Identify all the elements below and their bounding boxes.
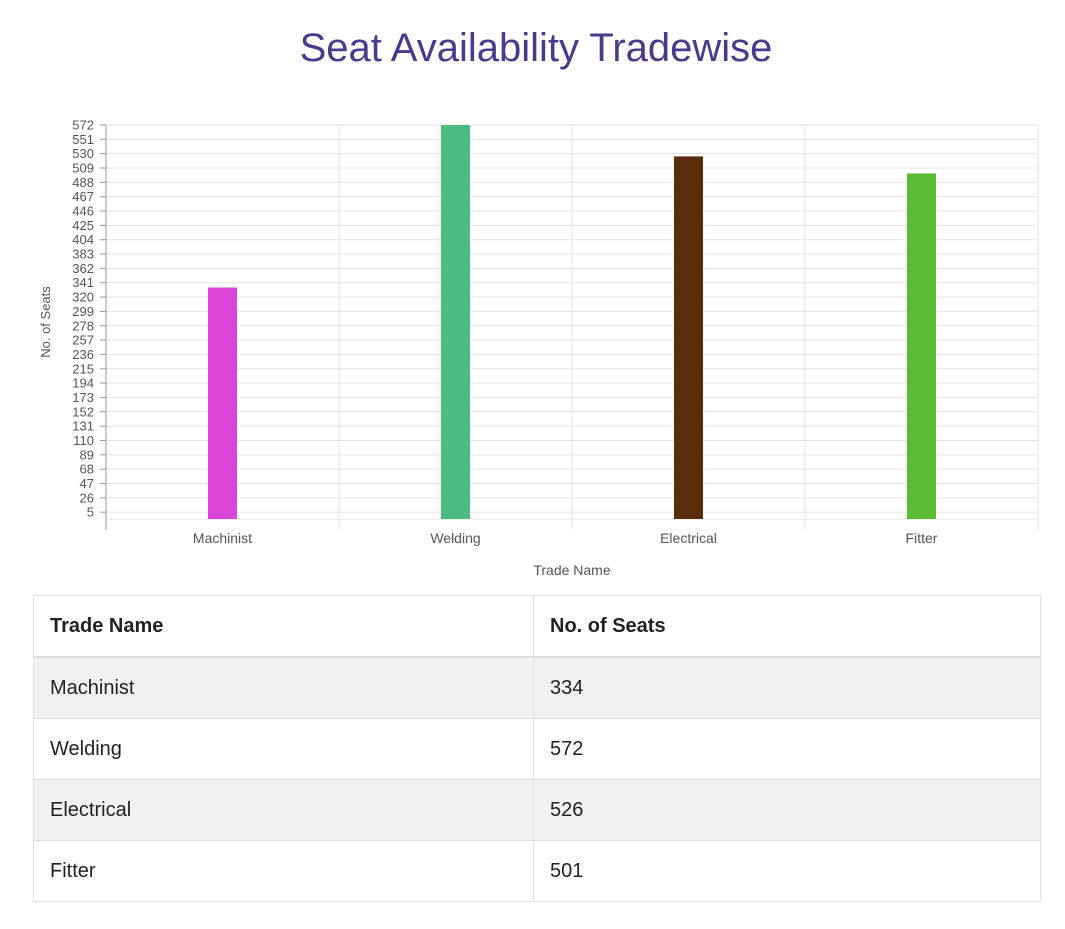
seats-cell: 501 (533, 840, 1041, 902)
y-tick-label: 299 (72, 304, 94, 319)
bar-fitter (907, 173, 936, 519)
trade-name-cell: Electrical (33, 779, 534, 841)
chart-grid (105, 124, 1039, 530)
y-tick-label: 236 (72, 347, 94, 362)
trade-name-cell: Fitter (33, 840, 534, 902)
y-tick-label: 257 (72, 333, 94, 348)
x-tick-label: Electrical (660, 530, 717, 546)
y-tick-label: 278 (72, 318, 94, 333)
column-header-seats: No. of Seats (533, 595, 1041, 658)
seats-cell: 526 (533, 779, 1041, 841)
y-tick-label: 5 (87, 505, 94, 520)
x-tick-label: Welding (430, 530, 480, 546)
column-header-trade-name: Trade Name (33, 595, 534, 658)
y-tick-label: 152 (72, 404, 94, 419)
seats-cell: 572 (533, 718, 1041, 780)
y-tick-label: 383 (72, 247, 94, 262)
table-header-row: Trade Name No. of Seats (33, 595, 1041, 658)
trade-name-cell: Welding (33, 718, 534, 780)
y-tick-label: 362 (72, 261, 94, 276)
y-tick-label: 215 (72, 361, 94, 376)
seats-table: Trade Name No. of Seats Machinist 334 We… (33, 595, 1041, 902)
seat-bar-chart: 5264768891101311521731942152362572782993… (38, 118, 1039, 579)
y-tick-label: 467 (72, 189, 94, 204)
y-tick-label: 173 (72, 390, 94, 405)
y-tick-label: 488 (72, 175, 94, 190)
x-tick-label: Fitter (906, 530, 938, 546)
y-tick-label: 446 (72, 204, 94, 219)
y-tick-label: 68 (80, 462, 94, 477)
y-tick-label: 89 (80, 447, 94, 462)
page-title: Seat Availability Tradewise (299, 26, 773, 70)
trade-name-cell: Machinist (33, 656, 534, 719)
y-tick-label: 341 (72, 275, 94, 290)
y-axis-title: No. of Seats (38, 286, 53, 358)
y-tick-label: 194 (72, 376, 94, 391)
y-tick-label: 110 (73, 433, 94, 448)
y-tick-label: 47 (80, 476, 94, 491)
y-tick-label: 530 (72, 146, 94, 161)
x-axis-title: Trade Name (533, 562, 611, 578)
y-tick-label: 26 (80, 490, 94, 505)
y-tick-label: 320 (72, 290, 94, 305)
y-tick-label: 404 (72, 232, 94, 247)
y-tick-label: 509 (72, 161, 94, 176)
y-tick-label: 425 (72, 218, 94, 233)
table-row: Fitter 501 (33, 840, 1041, 902)
y-tick-label: 551 (72, 132, 94, 147)
chart-labels: 5264768891101311521731942152362572782993… (38, 118, 938, 579)
table-row: Welding 572 (33, 718, 1041, 780)
y-tick-label: 131 (72, 419, 94, 434)
table-row: Machinist 334 (33, 656, 1041, 719)
bar-machinist (208, 287, 237, 519)
y-tick-label: 572 (72, 118, 94, 133)
x-tick-label: Machinist (193, 530, 252, 546)
table-row: Electrical 526 (33, 779, 1041, 841)
bar-welding (441, 125, 470, 519)
seats-cell: 334 (533, 656, 1041, 719)
bar-electrical (674, 156, 703, 519)
